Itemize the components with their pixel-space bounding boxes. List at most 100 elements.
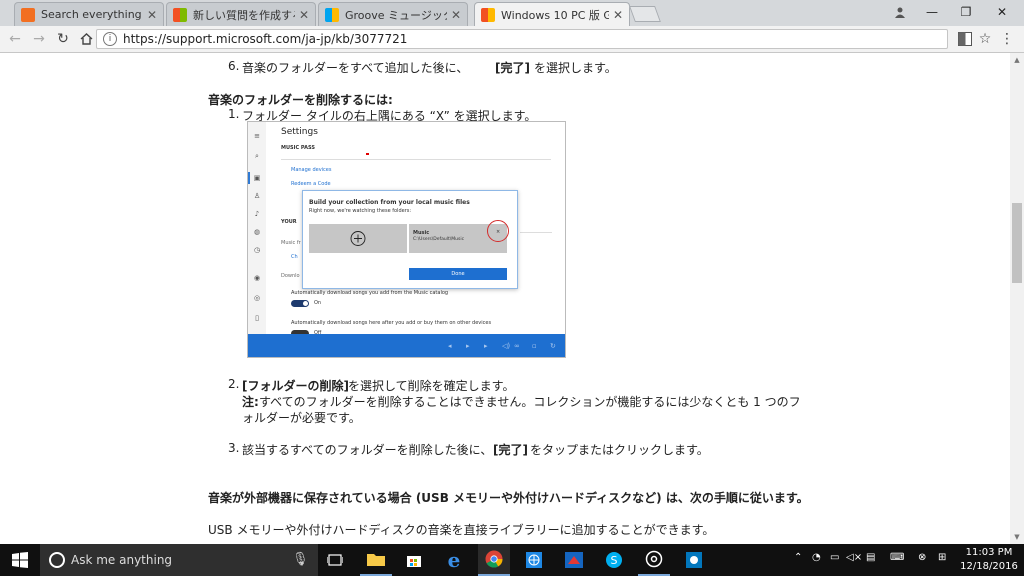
- close-tab-icon[interactable]: ✕: [147, 8, 157, 22]
- step-3-text-end: をタップまたはクリックします。: [530, 443, 709, 457]
- clock-date[interactable]: 12/18/2016: [958, 561, 1020, 572]
- play-icon: ▸: [466, 342, 470, 350]
- repeat-alt-icon: ↻: [550, 342, 556, 350]
- scrollbar-thumb[interactable]: [1012, 203, 1022, 283]
- skype-icon[interactable]: S: [598, 544, 630, 576]
- tab-bar: Search everything on So ✕ 新しい質問を作成する、また …: [0, 0, 1024, 26]
- microsoft-icon: [173, 7, 187, 22]
- settings-title: Settings: [281, 127, 318, 137]
- cortana-icon: [49, 552, 65, 568]
- downloads-label: Downlo: [281, 273, 300, 279]
- tab-new-question[interactable]: 新しい質問を作成する、また ✕: [166, 2, 316, 26]
- battery-icon[interactable]: ▭: [830, 552, 839, 563]
- paint-app-icon[interactable]: [558, 544, 590, 576]
- microphone-icon[interactable]: 🎙: [292, 552, 309, 567]
- manage-devices-link: Manage devices: [291, 167, 332, 173]
- scroll-down-arrow[interactable]: ▼: [1010, 530, 1024, 544]
- minimize-button[interactable]: —: [916, 0, 948, 24]
- search-placeholder: Ask me anything: [71, 553, 173, 567]
- globe-app-icon[interactable]: [518, 544, 550, 576]
- playback-bar: ◂ ▸ ▸ ◁) ∞ ▫ ↻: [248, 334, 565, 357]
- albums-icon: ▣: [253, 174, 261, 182]
- close-window-button[interactable]: ✕: [986, 0, 1018, 24]
- task-view-button[interactable]: [320, 544, 350, 576]
- microsoft-icon: [325, 7, 339, 22]
- cortana-search-box[interactable]: Ask me anything 🎙: [40, 544, 318, 576]
- edge-icon[interactable]: e: [438, 544, 470, 576]
- tab-title: 新しい質問を作成する、また: [193, 8, 295, 22]
- soundcloud-icon: [21, 7, 35, 22]
- artists-icon: ♙: [253, 192, 261, 200]
- tab-soundcloud[interactable]: Search everything on So ✕: [14, 2, 164, 26]
- close-tray-icon[interactable]: ⊗: [918, 552, 926, 563]
- folder-name: Music: [413, 230, 430, 236]
- file-explorer-icon[interactable]: [360, 544, 392, 576]
- dialog-title: Build your collection from your local mu…: [309, 199, 470, 206]
- chrome-icon[interactable]: [478, 544, 510, 576]
- svg-text:S: S: [611, 554, 618, 567]
- step-1-number: 1.: [228, 107, 240, 121]
- volume-tray-icon[interactable]: ◁×: [846, 552, 862, 563]
- address-bar[interactable]: i https://support.microsoft.com/ja-jp/kb…: [96, 29, 948, 49]
- volume-icon: ◁): [502, 342, 511, 350]
- clock-time[interactable]: 11:03 PM: [958, 547, 1020, 558]
- step-2-number: 2.: [228, 377, 240, 391]
- microsoft-icon: [481, 7, 495, 22]
- account-icon: ◎: [253, 294, 261, 302]
- people-icon[interactable]: ⌃: [794, 552, 802, 563]
- new-tab-button[interactable]: [629, 6, 661, 22]
- add-folder-tile: [309, 224, 407, 253]
- shuffle-icon: ∞: [514, 342, 520, 350]
- network-icon[interactable]: ◔: [812, 552, 821, 563]
- step-2-text: を選択して削除を確定します。: [348, 379, 515, 393]
- generic-app-icon[interactable]: [678, 544, 710, 576]
- info-icon[interactable]: i: [103, 32, 117, 46]
- restore-button[interactable]: ❐: [950, 0, 982, 24]
- close-tab-icon[interactable]: ✕: [451, 8, 461, 22]
- usb-text: USB メモリーや外付けハードディスクの音楽を直接ライブラリーに追加することがで…: [208, 523, 715, 537]
- note-label: 注:: [242, 395, 259, 409]
- note-line-2: ォルダーが必要です。: [242, 411, 361, 425]
- action-center-icon[interactable]: ▤: [866, 552, 875, 563]
- reload-button[interactable]: ↻: [54, 30, 72, 48]
- tab-groove-music[interactable]: Groove ミュージックで、曲を ✕: [318, 2, 468, 26]
- tab-title: Windows 10 PC 版 Groove: [501, 8, 609, 22]
- history-icon: ◷: [253, 246, 261, 254]
- home-button[interactable]: [77, 30, 95, 48]
- next-icon: ▸: [484, 342, 488, 350]
- user-profile-icon[interactable]: [884, 0, 916, 24]
- your-label: YOUR: [281, 219, 297, 225]
- external-device-heading: 音楽が外部機器に保存されている場合 (USB メモリーや外付けハードディスクなど…: [208, 491, 809, 505]
- tab-title: Search everything on So: [41, 8, 143, 21]
- store-taskbar-icon[interactable]: [398, 544, 430, 576]
- close-tab-icon[interactable]: ✕: [299, 8, 309, 22]
- groove-settings-screenshot: ≡ ⌕ ▣ ♙ ♪ ◍ ◷ ◉ ◎ ▯ Settings MUSIC PASS …: [247, 121, 566, 358]
- bookmark-star-icon[interactable]: ☆: [976, 30, 994, 48]
- note-line-1: すべてのフォルダーを削除することはできません。コレクションが機能するには少なくと…: [259, 395, 801, 409]
- close-tab-icon[interactable]: ✕: [613, 8, 623, 22]
- step-3-text: 該当するすべてのフォルダーを削除した後に、: [242, 443, 493, 457]
- back-button[interactable]: ←: [6, 30, 24, 48]
- done-label-2: [完了]: [493, 443, 528, 457]
- highlight-circle: [487, 220, 509, 242]
- settings-rail-icon: ▯: [255, 314, 259, 322]
- previous-icon: ◂: [448, 342, 452, 350]
- groove-music-icon[interactable]: [638, 544, 670, 576]
- menu-icon[interactable]: ⋮: [998, 30, 1016, 48]
- input-method-icon[interactable]: ⊞: [938, 552, 946, 563]
- repeat-icon: ▫: [532, 342, 537, 350]
- music-from-label: Music fr: [281, 240, 301, 246]
- start-button[interactable]: [0, 544, 40, 576]
- step-6-text-end: を選択します。: [534, 61, 617, 75]
- taskbar: Ask me anything 🎙 e S ⌃ ◔ ▭ ◁× ▤ ⌨ ⊗ ⊞ 1…: [0, 544, 1024, 576]
- hamburger-icon: ≡: [254, 132, 260, 140]
- keyboard-icon[interactable]: ⌨: [890, 552, 904, 563]
- step-6-text: 音楽のフォルダーをすべて追加した後に、: [242, 61, 469, 75]
- store-icon: ◉: [253, 274, 261, 282]
- translate-icon[interactable]: [956, 30, 974, 48]
- forward-button[interactable]: →: [30, 30, 48, 48]
- page-scrollbar[interactable]: ▲ ▼: [1010, 53, 1024, 544]
- nav-rail: ≡ ⌕ ▣ ♙ ♪ ◍ ◷ ◉ ◎ ▯: [248, 122, 266, 334]
- tab-windows10-groove[interactable]: Windows 10 PC 版 Groove ✕: [474, 2, 630, 26]
- scroll-up-arrow[interactable]: ▲: [1010, 53, 1024, 67]
